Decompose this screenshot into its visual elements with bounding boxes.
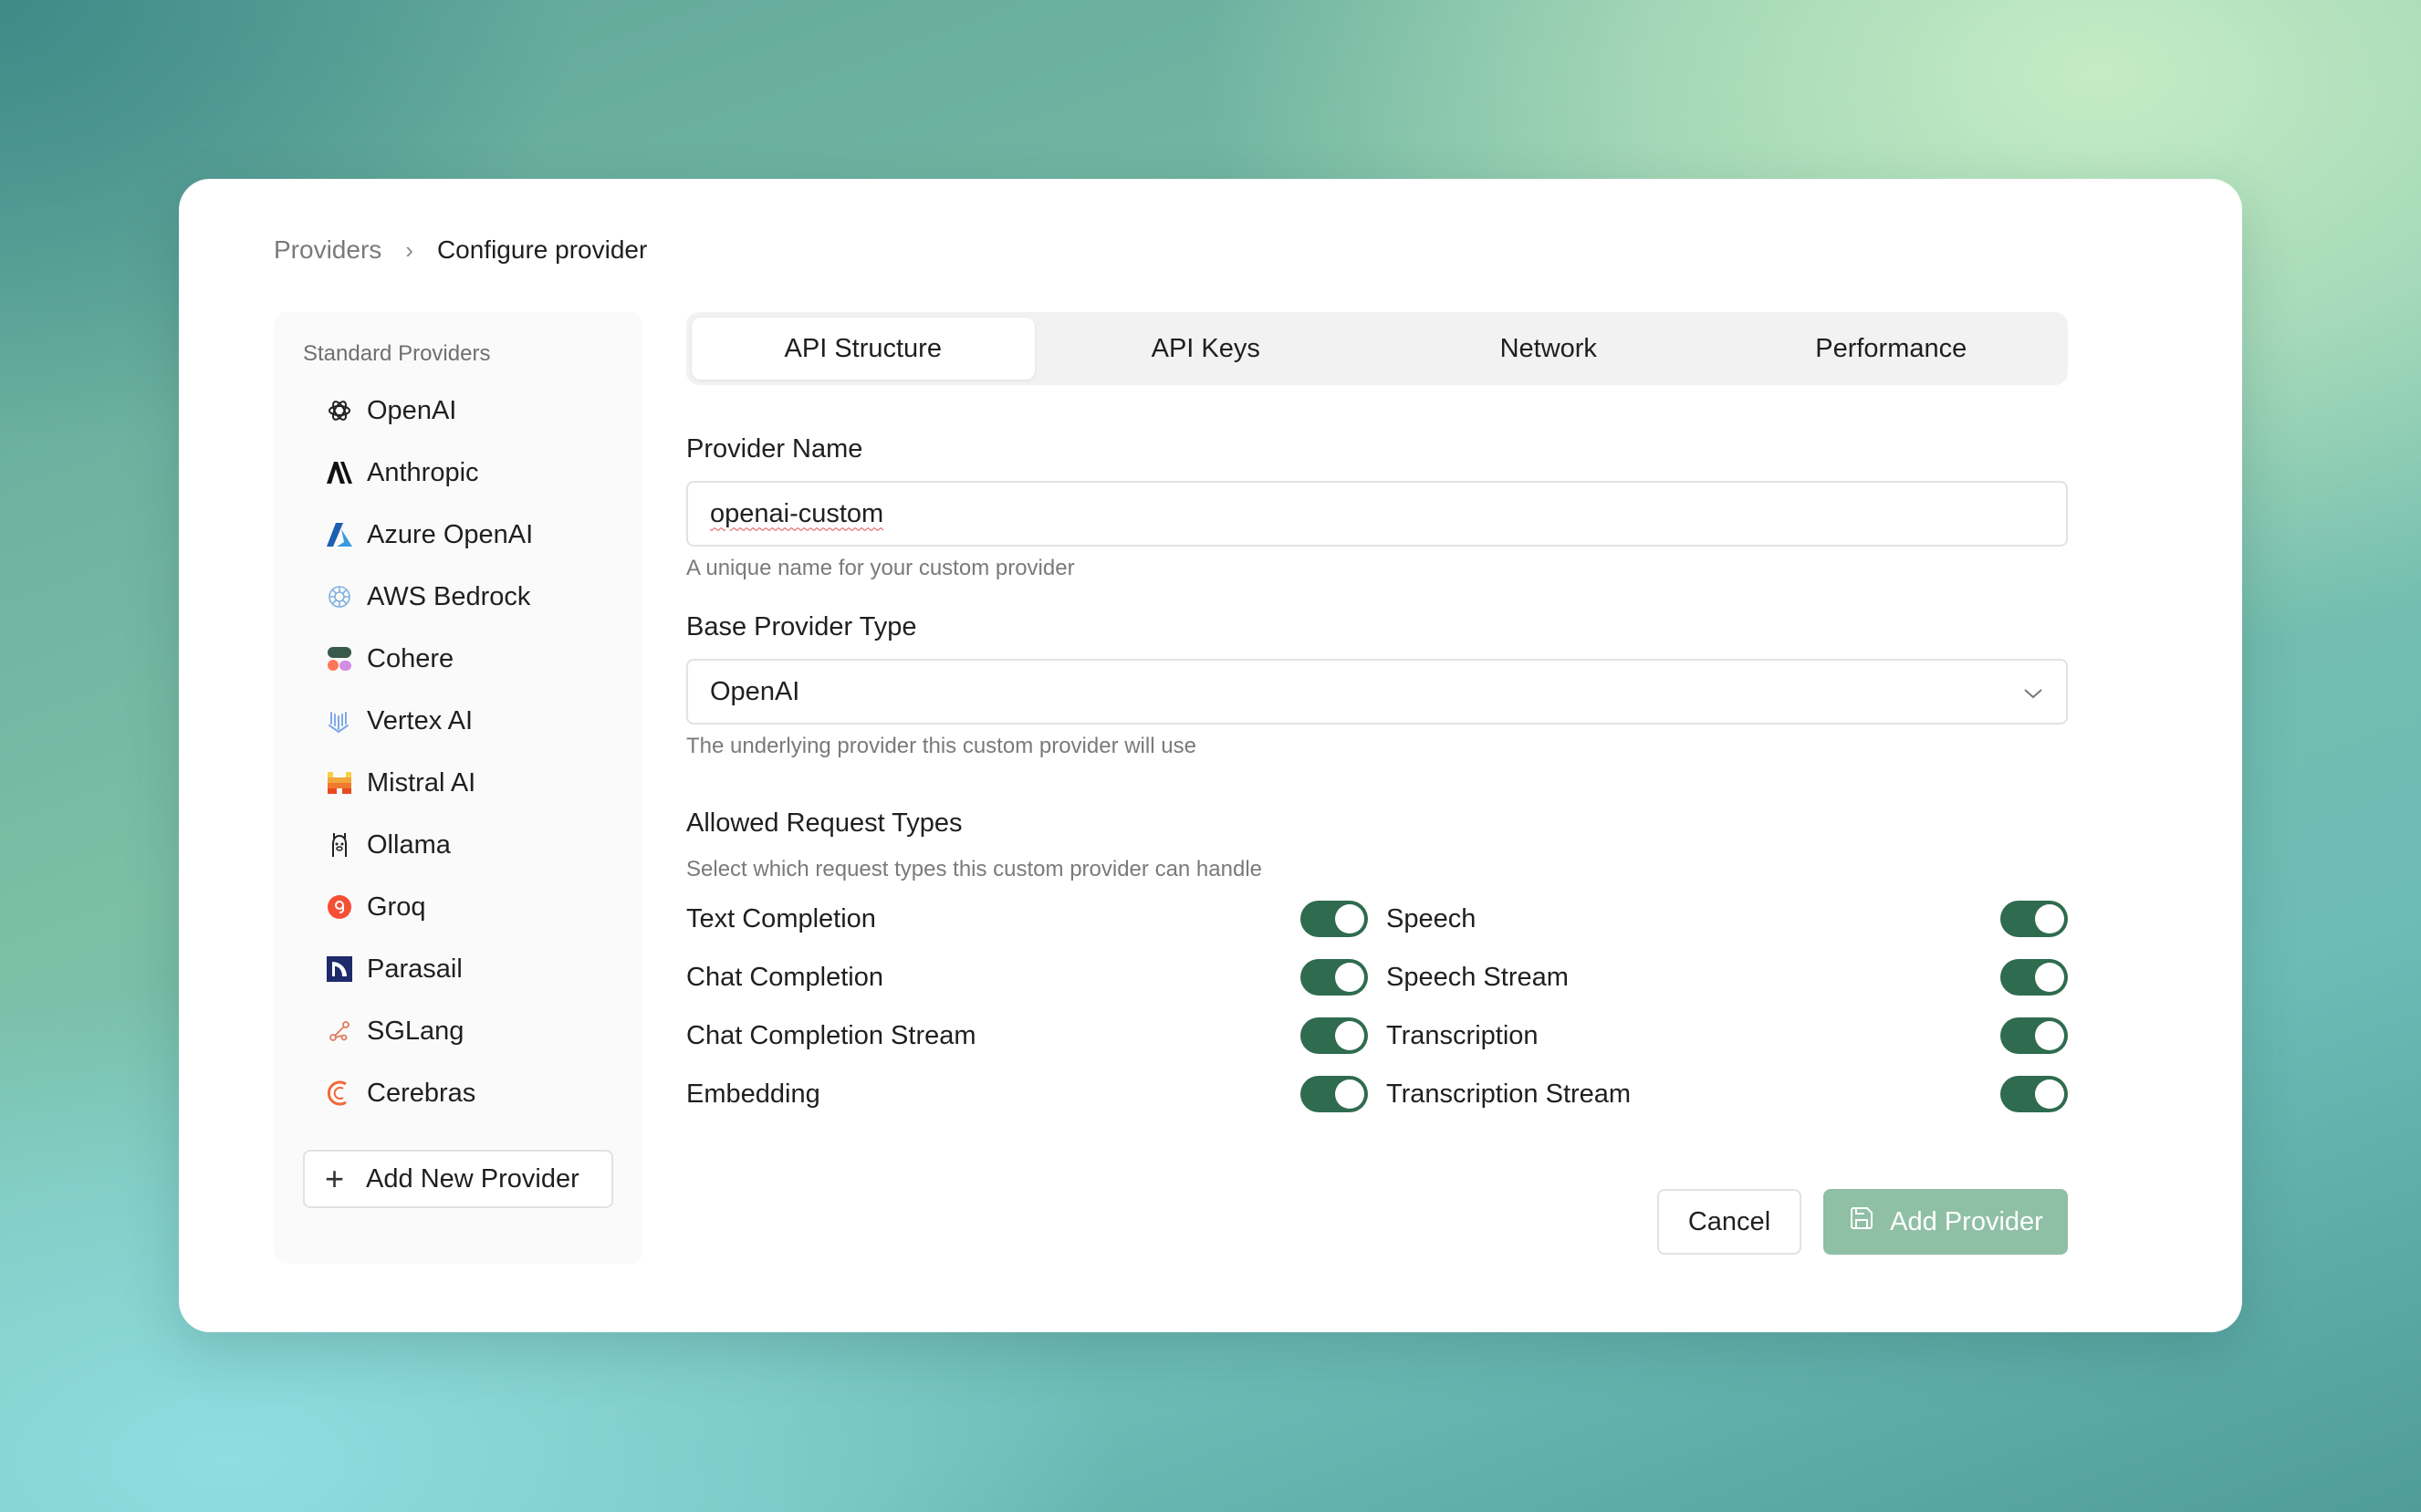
add-provider-button[interactable]: Add Provider (1823, 1189, 2068, 1255)
sidebar-item-label: Ollama (367, 829, 451, 860)
chat-completion-toggle[interactable] (1300, 959, 1368, 996)
sidebar-item-label: Parasail (367, 954, 463, 984)
sidebar-item-azure-openai[interactable]: Azure OpenAI (303, 504, 613, 566)
toggle-row-text-completion: Text Completion (686, 890, 1368, 948)
parasail-icon (325, 954, 354, 984)
allowed-request-types-title: Allowed Request Types (686, 808, 963, 838)
speech-stream-toggle[interactable] (2000, 959, 2068, 996)
embedding-toggle[interactable] (1300, 1076, 1368, 1112)
tab-network[interactable]: Network (1377, 318, 1720, 380)
toggle-row-speech-stream: Speech Stream (1368, 948, 2068, 1006)
sidebar-item-sglang[interactable]: SGLang (303, 1000, 613, 1062)
allowed-request-types-subtitle: Select which request types this custom p… (686, 857, 1262, 881)
form-actions: Cancel Add Provider (686, 1189, 2068, 1255)
toggle-row-transcription: Transcription (1368, 1006, 2068, 1065)
breadcrumb-current: Configure provider (436, 235, 648, 264)
provider-name-label: Provider Name (686, 434, 863, 464)
base-provider-type-select[interactable]: OpenAI (686, 659, 2068, 725)
provider-sidebar: Standard Providers OpenAI Anthropic Azur… (274, 312, 642, 1264)
add-provider-label: Add Provider (1890, 1206, 2043, 1236)
sidebar-item-mistral-ai[interactable]: Mistral AI (303, 752, 613, 814)
plus-icon: + (325, 1160, 345, 1197)
provider-name-helper: A unique name for your custom provider (686, 556, 1075, 580)
sidebar-item-label: OpenAI (367, 395, 457, 425)
toggle-label: Speech (1386, 903, 1477, 933)
toggle-row-chat-completion: Chat Completion (686, 948, 1368, 1006)
base-provider-type-value: OpenAI (710, 676, 800, 706)
aws-bedrock-icon (325, 582, 354, 611)
provider-name-value: openai-custom (710, 498, 884, 528)
toggle-row-embedding: Embedding (686, 1065, 1368, 1123)
request-type-toggles: Text Completion Speech Chat Completion S… (686, 890, 2068, 1123)
add-new-provider-label: Add New Provider (366, 1163, 579, 1194)
chevron-down-icon (2022, 677, 2044, 707)
toggle-label: Embedding (686, 1079, 820, 1109)
cerebras-icon (325, 1079, 354, 1108)
toggle-label: Text Completion (686, 903, 876, 933)
sidebar-item-cohere[interactable]: Cohere (303, 628, 613, 690)
anthropic-icon (325, 458, 354, 487)
sidebar-item-anthropic[interactable]: Anthropic (303, 442, 613, 504)
base-provider-type-label: Base Provider Type (686, 612, 917, 641)
sidebar-title: Standard Providers (303, 341, 491, 366)
tab-performance[interactable]: Performance (1720, 318, 2063, 380)
tab-api-structure[interactable]: API Structure (692, 318, 1035, 380)
sidebar-item-label: Groq (367, 892, 426, 922)
tab-api-keys[interactable]: API Keys (1035, 318, 1378, 380)
sidebar-item-label: Azure OpenAI (367, 519, 534, 549)
provider-name-input[interactable]: openai-custom (686, 481, 2068, 547)
groq-icon (325, 892, 354, 922)
sidebar-item-aws-bedrock[interactable]: AWS Bedrock (303, 566, 613, 628)
toggle-label: Transcription (1386, 1020, 1539, 1050)
configure-provider-card: Providers › Configure provider Standard … (179, 179, 2242, 1332)
mistral-icon (325, 768, 354, 798)
toggle-label: Transcription Stream (1386, 1079, 1632, 1109)
chevron-right-icon: › (405, 235, 413, 264)
ollama-icon (325, 830, 354, 860)
vertex-icon (325, 706, 354, 735)
toggle-label: Chat Completion Stream (686, 1020, 976, 1050)
text-completion-toggle[interactable] (1300, 901, 1368, 937)
sidebar-item-label: Cohere (367, 643, 454, 673)
transcription-toggle[interactable] (2000, 1017, 2068, 1054)
sidebar-item-label: SGLang (367, 1016, 464, 1046)
toggle-label: Speech Stream (1386, 962, 1569, 992)
sidebar-item-label: Mistral AI (367, 767, 476, 798)
toggle-row-speech: Speech (1368, 890, 2068, 948)
provider-list: OpenAI Anthropic Azure OpenAI AWS Bedroc… (303, 380, 613, 1124)
sidebar-item-groq[interactable]: Groq (303, 876, 613, 938)
toggle-label: Chat Completion (686, 962, 883, 992)
sidebar-item-openai[interactable]: OpenAI (303, 380, 613, 442)
sidebar-item-ollama[interactable]: Ollama (303, 814, 613, 876)
sidebar-item-label: Vertex AI (367, 705, 474, 735)
toggle-row-chat-completion-stream: Chat Completion Stream (686, 1006, 1368, 1065)
sidebar-item-label: Anthropic (367, 457, 479, 487)
save-icon (1848, 1204, 1875, 1239)
sidebar-item-cerebras[interactable]: Cerebras (303, 1062, 613, 1124)
provider-config-main: API Structure API Keys Network Performan… (686, 312, 2068, 1255)
chat-completion-stream-toggle[interactable] (1300, 1017, 1368, 1054)
base-provider-type-helper: The underlying provider this custom prov… (686, 734, 1196, 758)
speech-toggle[interactable] (2000, 901, 2068, 937)
transcription-stream-toggle[interactable] (2000, 1076, 2068, 1112)
sidebar-item-label: Cerebras (367, 1078, 476, 1108)
tab-bar: API Structure API Keys Network Performan… (686, 312, 2068, 385)
cohere-icon (325, 644, 354, 673)
cancel-button[interactable]: Cancel (1657, 1189, 1801, 1255)
openai-icon (325, 396, 354, 425)
sidebar-item-vertex-ai[interactable]: Vertex AI (303, 690, 613, 752)
breadcrumb: Providers › Configure provider (274, 235, 647, 265)
azure-icon (325, 520, 354, 549)
sidebar-item-label: AWS Bedrock (367, 581, 531, 611)
breadcrumb-providers-link[interactable]: Providers (274, 235, 381, 265)
sglang-icon (325, 1017, 354, 1046)
add-new-provider-button[interactable]: + Add New Provider (303, 1150, 613, 1208)
toggle-row-transcription-stream: Transcription Stream (1368, 1065, 2068, 1123)
sidebar-item-parasail[interactable]: Parasail (303, 938, 613, 1000)
